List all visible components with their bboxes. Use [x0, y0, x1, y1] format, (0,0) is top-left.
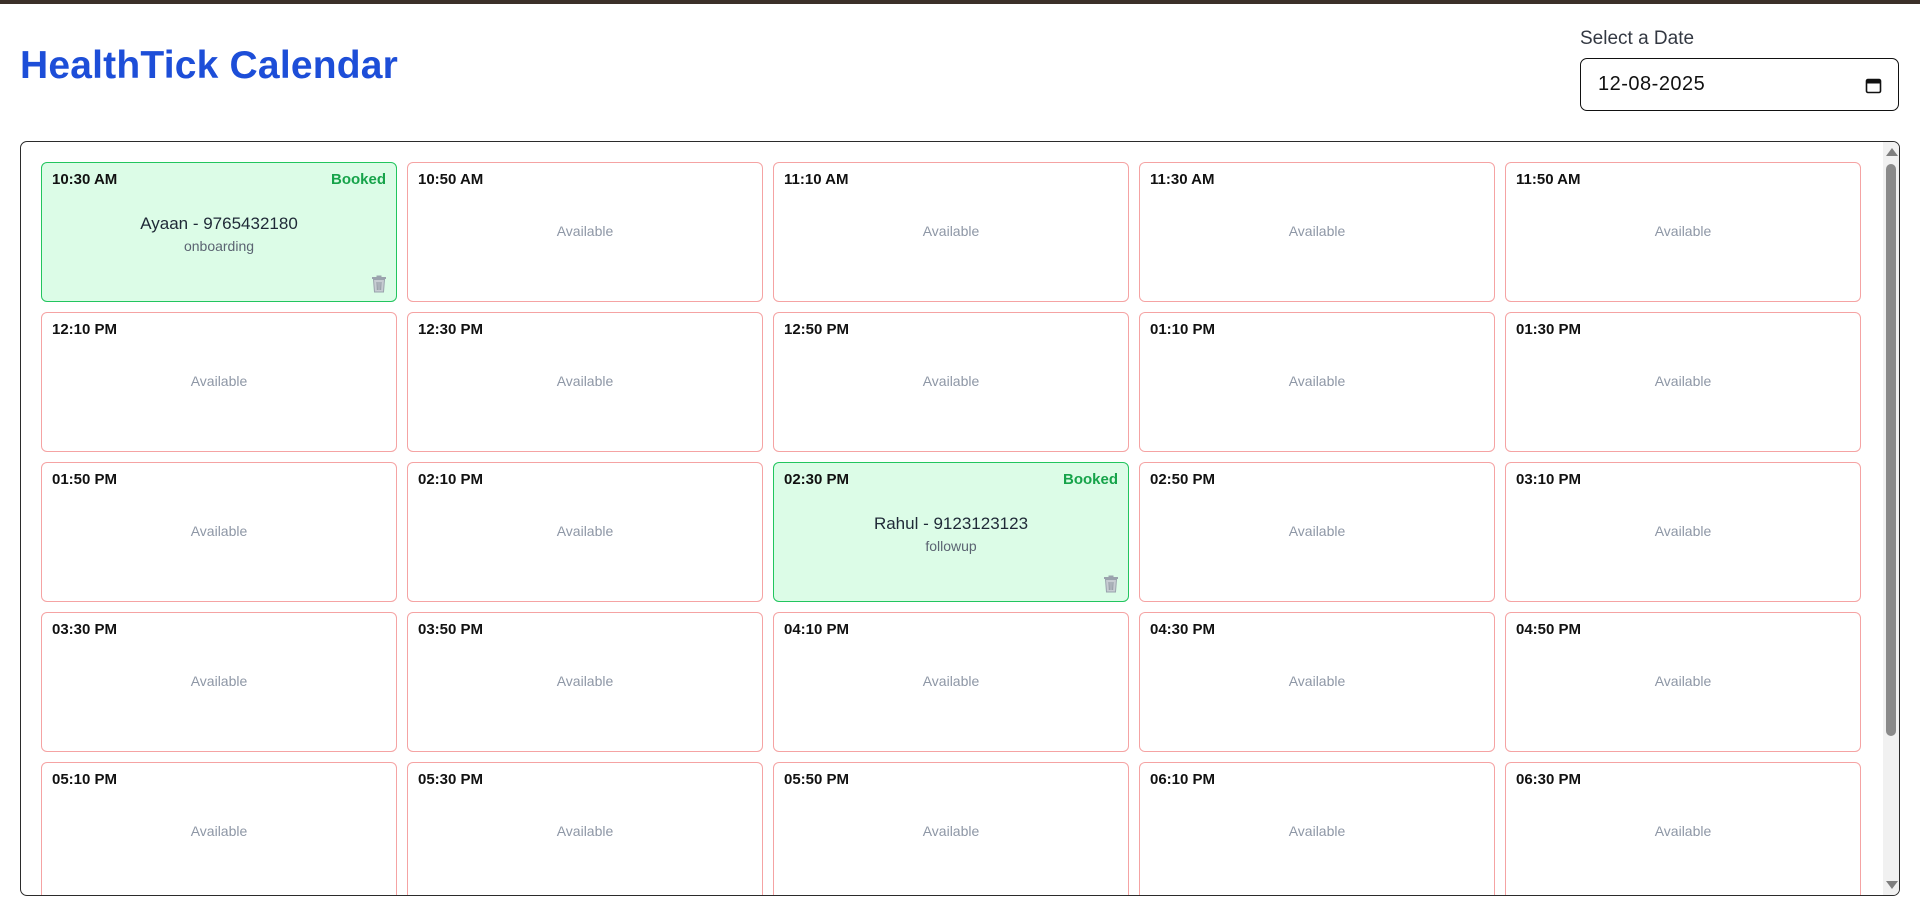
- slot-time: 06:30 PM: [1516, 771, 1582, 788]
- slot-time: 12:50 PM: [784, 321, 850, 338]
- date-input-value: 12-08-2025: [1598, 73, 1706, 95]
- slot-time: 04:30 PM: [1150, 621, 1216, 638]
- availability-label: Available: [922, 823, 980, 839]
- appointment-type: onboarding: [183, 238, 255, 254]
- availability-label: Available: [556, 523, 614, 539]
- slot-time: 03:10 PM: [1516, 471, 1582, 488]
- availability-label: Available: [1288, 673, 1346, 689]
- available-slot-card[interactable]: 01:30 PM Available: [1505, 312, 1861, 452]
- scroll-up-arrow-icon[interactable]: [1886, 148, 1898, 156]
- available-slot-card[interactable]: 01:10 PM Available: [1139, 312, 1495, 452]
- availability-label: Available: [922, 223, 980, 239]
- availability-label: Available: [1654, 673, 1712, 689]
- available-slot-card[interactable]: 10:50 AM Available: [407, 162, 763, 302]
- availability-label: Available: [922, 373, 980, 389]
- slot-time: 05:10 PM: [52, 771, 118, 788]
- slot-grid: 10:30 AM Booked Ayaan - 9765432180 onboardi…: [41, 162, 1861, 895]
- available-slot-card[interactable]: 11:10 AM Available: [773, 162, 1129, 302]
- availability-label: Available: [1288, 823, 1346, 839]
- available-slot-card[interactable]: 04:30 PM Available: [1139, 612, 1495, 752]
- slot-time: 12:10 PM: [52, 321, 118, 338]
- availability-label: Available: [556, 823, 614, 839]
- slot-time: 02:30 PM: [784, 471, 850, 488]
- availability-label: Available: [556, 673, 614, 689]
- trash-icon[interactable]: [1103, 575, 1119, 593]
- available-slot-card[interactable]: 04:10 PM Available: [773, 612, 1129, 752]
- date-label: Select a Date: [1580, 28, 1695, 49]
- slot-time: 01:50 PM: [52, 471, 118, 488]
- available-slot-card[interactable]: 12:50 PM Available: [773, 312, 1129, 452]
- available-slot-card[interactable]: 02:50 PM Available: [1139, 462, 1495, 602]
- booked-slot-card[interactable]: 10:30 AM Booked Ayaan - 9765432180 onboardi…: [41, 162, 397, 302]
- available-slot-card[interactable]: 11:50 AM Available: [1505, 162, 1861, 302]
- available-slot-card[interactable]: 06:30 PM Available: [1505, 762, 1861, 895]
- trash-icon[interactable]: [371, 275, 387, 293]
- available-slot-card[interactable]: 03:50 PM Available: [407, 612, 763, 752]
- availability-label: Available: [922, 673, 980, 689]
- available-slot-card[interactable]: 05:10 PM Available: [41, 762, 397, 895]
- available-slot-card[interactable]: 04:50 PM Available: [1505, 612, 1861, 752]
- availability-label: Available: [1654, 823, 1712, 839]
- calendar-grid-container: 10:30 AM Booked Ayaan - 9765432180 onboardi…: [20, 141, 1900, 896]
- available-slot-card[interactable]: 05:30 PM Available: [407, 762, 763, 895]
- patient-name-phone: Ayaan - 9765432180: [140, 214, 298, 233]
- slot-time: 03:30 PM: [52, 621, 118, 638]
- availability-label: Available: [556, 373, 614, 389]
- slot-time: 10:30 AM: [52, 171, 118, 188]
- available-slot-card[interactable]: 03:30 PM Available: [41, 612, 397, 752]
- available-slot-card[interactable]: 12:10 PM Available: [41, 312, 397, 452]
- slot-time: 12:30 PM: [418, 321, 484, 338]
- available-slot-card[interactable]: 02:10 PM Available: [407, 462, 763, 602]
- slot-time: 02:10 PM: [418, 471, 484, 488]
- availability-label: Available: [190, 373, 248, 389]
- slot-time: 01:10 PM: [1150, 321, 1216, 338]
- available-slot-card[interactable]: 11:30 AM Available: [1139, 162, 1495, 302]
- availability-label: Available: [1654, 373, 1712, 389]
- slot-time: 01:30 PM: [1516, 321, 1582, 338]
- slot-time: 11:30 AM: [1150, 171, 1215, 188]
- slot-time: 03:50 PM: [418, 621, 484, 638]
- availability-label: Available: [190, 823, 248, 839]
- scroll-down-arrow-icon[interactable]: [1886, 881, 1898, 889]
- availability-label: Available: [1288, 373, 1346, 389]
- availability-label: Available: [1654, 223, 1712, 239]
- availability-label: Available: [190, 673, 248, 689]
- availability-label: Available: [1288, 223, 1346, 239]
- available-slot-card[interactable]: 06:10 PM Available: [1139, 762, 1495, 895]
- slot-time: 04:50 PM: [1516, 621, 1582, 638]
- scrollbar-thumb[interactable]: [1886, 164, 1896, 736]
- calendar-icon[interactable]: [1865, 77, 1882, 94]
- booked-status-badge: Booked: [1062, 471, 1118, 488]
- availability-label: Available: [1654, 523, 1712, 539]
- slot-time: 10:50 AM: [418, 171, 484, 188]
- available-slot-card[interactable]: 01:50 PM Available: [41, 462, 397, 602]
- available-slot-card[interactable]: 03:10 PM Available: [1505, 462, 1861, 602]
- availability-label: Available: [190, 523, 248, 539]
- slot-time: 11:10 AM: [784, 171, 849, 188]
- slot-time: 05:50 PM: [784, 771, 850, 788]
- top-accent-bar: [0, 0, 1920, 4]
- booked-slot-card[interactable]: 02:30 PM Booked Rahul - 9123123123 followup: [773, 462, 1129, 602]
- booked-status-badge: Booked: [330, 171, 386, 188]
- date-input[interactable]: 12-08-2025: [1580, 58, 1899, 111]
- availability-label: Available: [1288, 523, 1346, 539]
- vertical-scrollbar[interactable]: [1883, 142, 1899, 895]
- slot-time: 06:10 PM: [1150, 771, 1216, 788]
- slot-time: 05:30 PM: [418, 771, 484, 788]
- patient-name-phone: Rahul - 9123123123: [873, 514, 1029, 533]
- page-title: HealthTick Calendar: [20, 44, 399, 87]
- slot-time: 02:50 PM: [1150, 471, 1216, 488]
- available-slot-card[interactable]: 12:30 PM Available: [407, 312, 763, 452]
- availability-label: Available: [556, 223, 614, 239]
- slot-time: 11:50 AM: [1516, 171, 1581, 188]
- appointment-type: followup: [925, 538, 977, 554]
- slot-time: 04:10 PM: [784, 621, 850, 638]
- available-slot-card[interactable]: 05:50 PM Available: [773, 762, 1129, 895]
